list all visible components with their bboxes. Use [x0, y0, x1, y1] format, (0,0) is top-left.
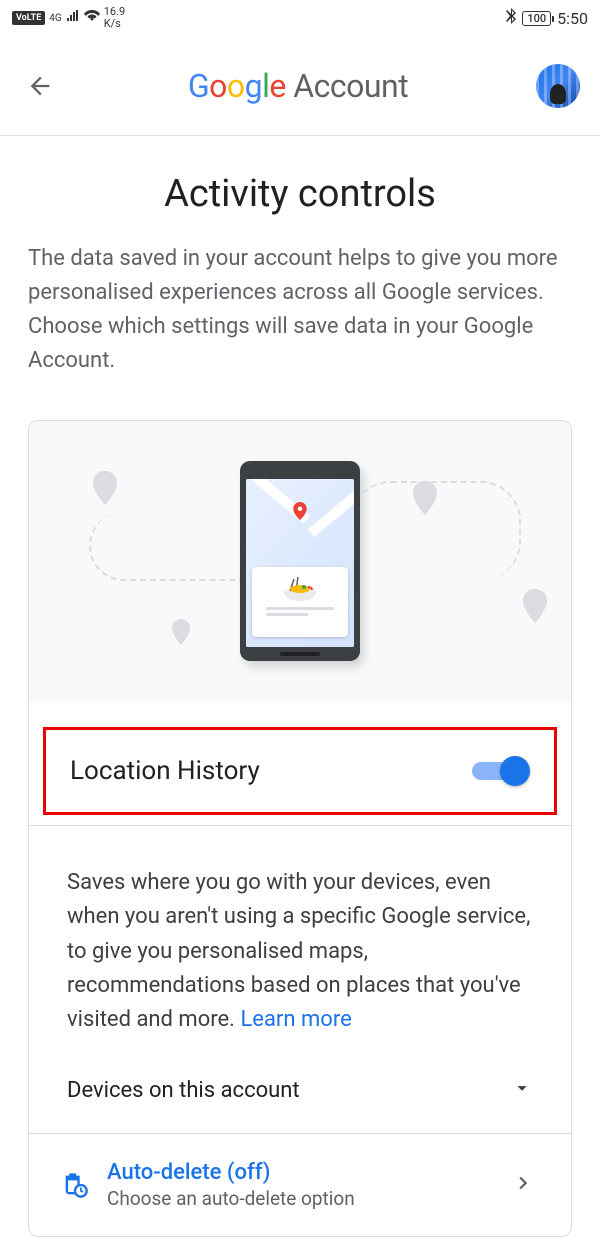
map-pin-icon	[89, 471, 121, 513]
auto-delete-text: Auto-delete (off) Choose an auto-delete …	[107, 1160, 493, 1210]
phone-illustration	[240, 461, 360, 661]
location-history-label: Location History	[70, 756, 260, 786]
location-history-description-section: Saves where you go with your devices, ev…	[29, 825, 571, 1132]
location-pin-icon	[291, 499, 309, 523]
back-button[interactable]	[20, 66, 60, 106]
chevron-down-icon	[511, 1077, 533, 1105]
volte-badge: VoLTE	[12, 11, 45, 25]
devices-label: Devices on this account	[67, 1078, 300, 1103]
status-left: VoLTE 4G 16.9 K/s	[12, 6, 125, 30]
location-history-toggle-row: Location History	[43, 727, 557, 815]
auto-delete-icon	[61, 1171, 89, 1199]
status-bar: VoLTE 4G 16.9 K/s 100 5:50	[0, 0, 600, 36]
map-pin-icon	[409, 481, 441, 523]
learn-more-link[interactable]: Learn more	[240, 1007, 351, 1032]
location-history-toggle[interactable]	[472, 756, 530, 786]
chevron-right-icon	[511, 1172, 533, 1198]
location-history-card: Location History Saves where you go with…	[28, 420, 572, 1236]
avatar[interactable]	[536, 64, 580, 108]
bluetooth-icon	[506, 8, 516, 28]
network-type: 4G	[49, 13, 61, 24]
app-header: Google Account	[0, 36, 600, 136]
auto-delete-title: Auto-delete (off)	[107, 1160, 493, 1185]
page-title: Activity controls	[20, 172, 580, 216]
illustration	[29, 421, 571, 701]
page-description: The data saved in your account helps to …	[0, 242, 600, 378]
auto-delete-row[interactable]: Auto-delete (off) Choose an auto-delete …	[29, 1133, 571, 1236]
map-pin-icon	[169, 619, 193, 651]
header-title: Google Account	[60, 67, 536, 105]
signal-icon	[66, 10, 80, 26]
devices-on-account-row[interactable]: Devices on this account	[67, 1077, 533, 1105]
network-speed: 16.9 K/s	[104, 6, 125, 30]
battery-indicator: 100	[522, 11, 551, 26]
location-history-description: Saves where you go with your devices, ev…	[67, 866, 533, 1036]
wifi-icon	[84, 10, 100, 26]
clock: 5:50	[557, 9, 588, 28]
status-right: 100 5:50	[506, 8, 588, 28]
auto-delete-subtitle: Choose an auto-delete option	[107, 1187, 493, 1210]
map-pin-icon	[519, 589, 551, 631]
